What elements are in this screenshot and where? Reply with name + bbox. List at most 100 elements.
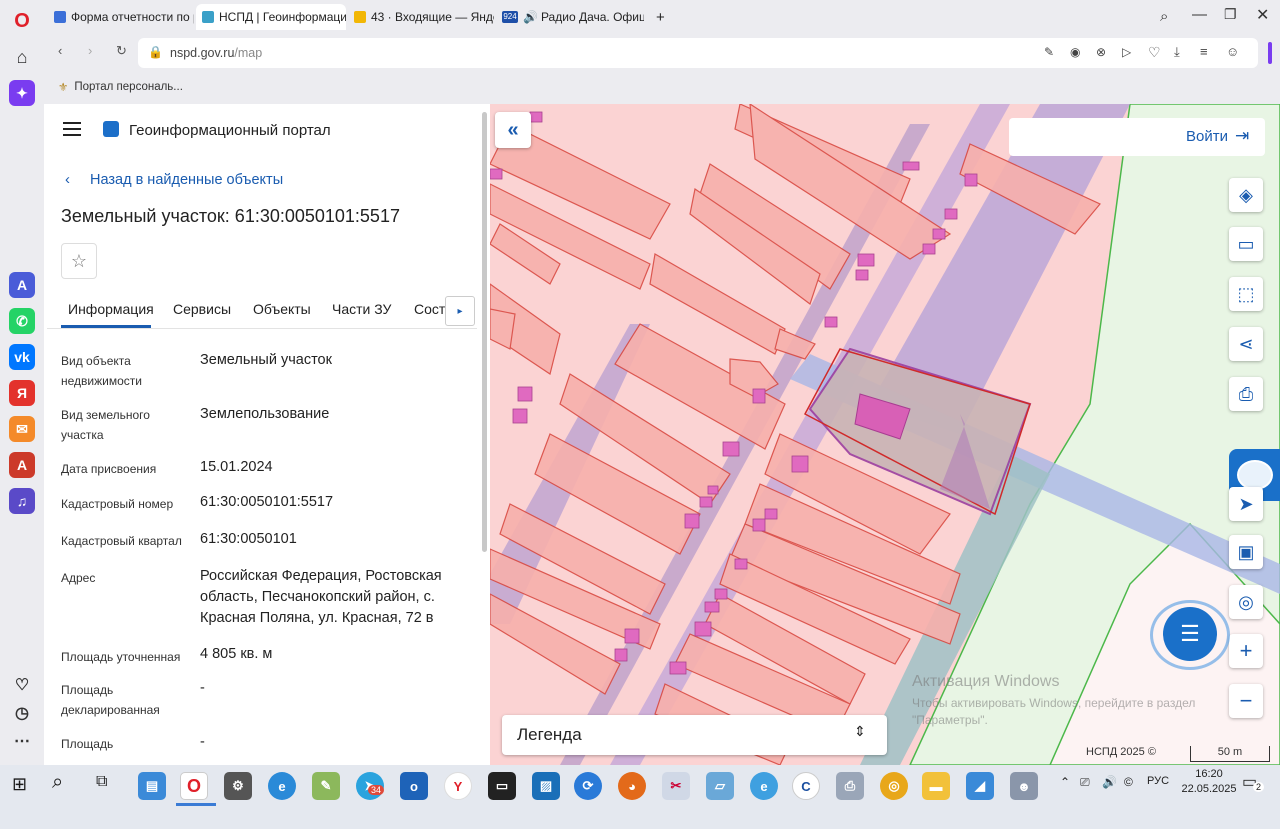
network-icon[interactable]: ⎚ bbox=[1080, 775, 1090, 790]
tab-objects[interactable]: Объекты bbox=[253, 301, 311, 317]
tool-icon[interactable]: ✂ bbox=[662, 772, 690, 800]
terminal-icon[interactable]: ▭ bbox=[488, 772, 516, 800]
edit-icon[interactable]: ✎ bbox=[1044, 45, 1054, 59]
collapse-panel-button[interactable]: « bbox=[495, 112, 531, 148]
home-icon[interactable]: ⌂ bbox=[9, 44, 35, 70]
ie-icon[interactable]: e bbox=[750, 772, 778, 800]
menu-icon[interactable]: ≡ bbox=[1200, 44, 1208, 59]
chat-icon[interactable]: ☰ bbox=[1163, 607, 1217, 661]
explorer-icon[interactable]: ▬ bbox=[922, 772, 950, 800]
field-value-cadastral-quarter[interactable]: 61:30:0050101 bbox=[200, 529, 465, 550]
download-icon[interactable]: ⤓ bbox=[1174, 44, 1180, 60]
tray-arrow-icon[interactable]: ⌃ bbox=[1060, 775, 1070, 789]
login-label[interactable]: Войти bbox=[1186, 128, 1228, 145]
minimize-button[interactable]: — bbox=[1192, 6, 1207, 23]
new-tab-button[interactable]: + bbox=[650, 4, 670, 30]
close-window-button[interactable]: ✕ bbox=[1256, 5, 1269, 25]
firefox-icon[interactable]: ◕ bbox=[618, 772, 646, 800]
edge-icon[interactable]: e bbox=[268, 772, 296, 800]
zoom-in-button[interactable]: + bbox=[1229, 634, 1263, 668]
docs-icon bbox=[54, 11, 66, 23]
whatsapp-icon[interactable]: ✆ bbox=[9, 308, 35, 334]
print-icon[interactable]: ⎙ bbox=[1229, 377, 1263, 411]
remote-icon[interactable]: ⟳ bbox=[574, 772, 602, 800]
mail-app-icon[interactable]: ✉ bbox=[9, 416, 35, 442]
field-label-cadastral-number: Кадастровый номер bbox=[61, 497, 174, 511]
tab-info[interactable]: Информация bbox=[68, 301, 154, 317]
user-app-icon[interactable]: ☻ bbox=[1010, 772, 1038, 800]
history-icon[interactable]: ◷ bbox=[9, 700, 35, 726]
printer-app-icon[interactable]: ⎙ bbox=[836, 772, 864, 800]
tab-services[interactable]: Сервисы bbox=[173, 301, 231, 317]
opera-taskbar-icon[interactable]: O bbox=[180, 772, 208, 800]
shield-icon[interactable]: ⊗ bbox=[1096, 45, 1106, 59]
music-icon[interactable]: ♫ bbox=[9, 488, 35, 514]
clock[interactable]: 16:20 22.05.2025 bbox=[1180, 767, 1238, 797]
yandex-browser-icon[interactable]: Y bbox=[444, 772, 472, 800]
language-indicator[interactable]: РУС bbox=[1147, 775, 1169, 787]
tab-nspd[interactable]: НСПД | Геоинформацион bbox=[196, 4, 346, 30]
back-to-results-link[interactable]: Назад в найденные объекты bbox=[90, 172, 283, 188]
emblem-icon: ⚜ bbox=[58, 82, 69, 94]
area-select-icon[interactable]: ⬚ bbox=[1229, 277, 1263, 311]
aria-icon[interactable]: ✦ bbox=[9, 80, 35, 106]
minimap-icon[interactable]: ▣ bbox=[1229, 535, 1263, 569]
reload-icon[interactable]: ↻ bbox=[116, 43, 127, 59]
star-icon[interactable]: ☆ bbox=[61, 243, 97, 279]
profile-icon[interactable]: ☺ bbox=[1226, 44, 1239, 59]
ruler-icon[interactable]: ▭ bbox=[1229, 227, 1263, 261]
task-view-icon[interactable]: ⧉ bbox=[96, 773, 107, 791]
translate-icon[interactable]: A bbox=[9, 452, 35, 478]
yandex-icon[interactable]: Я bbox=[9, 380, 35, 406]
login-box[interactable]: Войти ⇥ bbox=[1009, 118, 1265, 156]
hamburger-icon[interactable] bbox=[63, 122, 81, 136]
geolocation-icon[interactable]: ◎ bbox=[1229, 585, 1263, 619]
address-bar[interactable]: 🔒 nspd.gov.ru/map ✎ ◉ ⊗ ▷ ♡ ⤓ ≡ ☺ bbox=[138, 38, 1258, 68]
forward-icon[interactable]: › bbox=[88, 43, 92, 58]
field-value-cadastral-number[interactable]: 61:30:0050101:5517 bbox=[200, 492, 465, 513]
bookmark-portal[interactable]: ⚜ Портал персональ... bbox=[58, 80, 183, 94]
volume-icon[interactable]: 🔊 bbox=[1102, 775, 1117, 789]
aria-app-icon[interactable]: A bbox=[9, 272, 35, 298]
tab-report-form[interactable]: Форма отчетности по ре bbox=[48, 4, 194, 30]
share-icon[interactable]: ⋖ bbox=[1229, 327, 1263, 361]
language-tool-icon[interactable]: © bbox=[1124, 775, 1133, 789]
maximize-button[interactable]: ❐ bbox=[1224, 6, 1237, 23]
map-view[interactable]: « Войти ⇥ ◈ ▭ ⬚ ⋖ ⎙ ➤ ▣ ◎ + − ☰ Активаци… bbox=[490, 104, 1280, 765]
tab-parts[interactable]: Части ЗУ bbox=[332, 301, 391, 317]
vk-icon[interactable]: vk bbox=[9, 344, 35, 370]
tabs-scroll-right-button[interactable]: ▸ bbox=[445, 296, 475, 326]
start-icon[interactable]: ⊞ bbox=[12, 774, 27, 795]
image-app-icon[interactable]: ◢ bbox=[966, 772, 994, 800]
outlook-icon[interactable]: o bbox=[400, 772, 428, 800]
legend-toggle-icon[interactable]: ⇕ bbox=[854, 723, 866, 740]
search-icon[interactable]: ⌕ bbox=[52, 771, 63, 794]
login-icon[interactable]: ⇥ bbox=[1235, 126, 1249, 146]
chrome-icon[interactable]: ◎ bbox=[880, 772, 908, 800]
camera-icon[interactable]: ◉ bbox=[1070, 45, 1080, 59]
zoom-out-button[interactable]: − bbox=[1229, 684, 1263, 718]
tab-yandex-mail[interactable]: 43 · Входящие — Яндекс bbox=[348, 4, 494, 30]
play-icon[interactable]: ▷ bbox=[1122, 45, 1131, 59]
legend-bar[interactable]: Легенда ⇕ bbox=[502, 715, 887, 755]
more-icon[interactable]: ⋯ bbox=[9, 728, 35, 754]
object-title: Земельный участок: 61:30:0050101:5517 bbox=[61, 206, 400, 226]
tab-radio-dacha[interactable]: 924🔊Радио Дача. Официа bbox=[496, 4, 644, 30]
search-tabs-icon[interactable]: ⌕ bbox=[1160, 8, 1168, 25]
c-app-icon[interactable]: C bbox=[792, 772, 820, 800]
back-chevron-icon[interactable]: ‹ bbox=[65, 171, 70, 188]
opera-logo-icon[interactable]: O bbox=[9, 8, 35, 34]
nspd-icon bbox=[202, 11, 214, 23]
notes-icon[interactable]: ▱ bbox=[706, 772, 734, 800]
paint-icon[interactable]: ✎ bbox=[312, 772, 340, 800]
photos-icon[interactable]: ▨ bbox=[532, 772, 560, 800]
desktop-app-icon[interactable]: ▤ bbox=[138, 772, 166, 800]
field-label-address: Адрес bbox=[61, 571, 96, 585]
layers-icon[interactable]: ◈ bbox=[1229, 178, 1263, 212]
favorite-icon[interactable]: ♡ bbox=[1148, 44, 1161, 61]
settings-icon[interactable]: ⚙ bbox=[224, 772, 252, 800]
locate-icon[interactable]: ➤ bbox=[1229, 487, 1263, 521]
heart-icon[interactable]: ♡ bbox=[9, 672, 35, 698]
panel-scrollbar[interactable] bbox=[482, 112, 487, 552]
back-icon[interactable]: ‹ bbox=[58, 43, 62, 58]
